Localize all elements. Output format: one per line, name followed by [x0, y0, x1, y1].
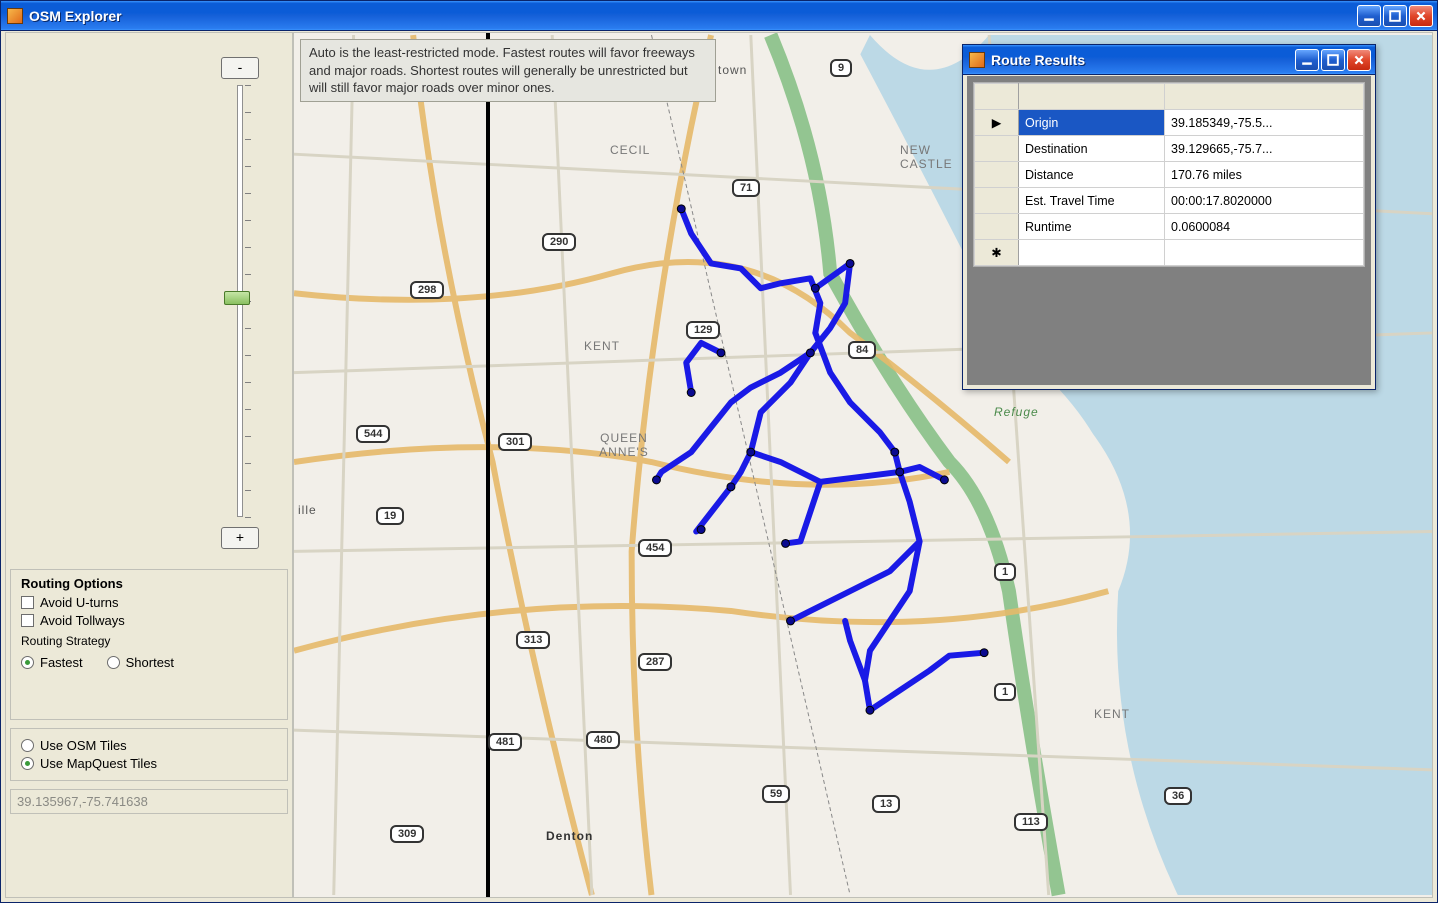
coordinate-status: 39.135967,-75.741638: [10, 789, 288, 814]
routing-options-panel: Routing Options Avoid U-turns Avoid Toll…: [10, 569, 288, 720]
use-osm-label: Use OSM Tiles: [40, 738, 127, 753]
road-shield: 13: [872, 795, 900, 813]
results-close-button[interactable]: [1347, 49, 1371, 71]
avoid-uturns-checkbox[interactable]: [21, 596, 34, 609]
map-label: town: [718, 63, 747, 77]
strategy-shortest-radio[interactable]: [107, 656, 120, 669]
road-shield: 290: [542, 233, 576, 251]
app-icon: [969, 52, 985, 68]
road-shield: 313: [516, 631, 550, 649]
results-title: Route Results: [991, 52, 1295, 68]
road-shield: 454: [638, 539, 672, 557]
results-new-row[interactable]: ✱: [975, 240, 1364, 266]
routing-options-title: Routing Options: [21, 576, 277, 591]
road-shield: 9: [830, 59, 852, 77]
minimize-button[interactable]: [1357, 5, 1381, 27]
map-label: QUEEN ANNE'S: [574, 431, 674, 459]
mode-tooltip: Auto is the least-restricted mode. Faste…: [300, 39, 716, 102]
results-row[interactable]: ▶ Origin 39.185349,-75.5...: [975, 110, 1364, 136]
grid-header-row: [975, 84, 1364, 110]
routing-strategy-label: Routing Strategy: [21, 634, 277, 648]
results-titlebar[interactable]: Route Results: [963, 45, 1375, 75]
results-minimize-button[interactable]: [1295, 49, 1319, 71]
road-shield: 309: [390, 825, 424, 843]
use-mapquest-label: Use MapQuest Tiles: [40, 756, 157, 771]
results-key: Runtime: [1019, 214, 1165, 240]
window-title: OSM Explorer: [29, 8, 1357, 24]
map-vertical-divider: [486, 33, 490, 897]
road-shield: 298: [410, 281, 444, 299]
results-key: Distance: [1019, 162, 1165, 188]
map-label: KENT: [1094, 707, 1130, 721]
road-shield: 59: [762, 785, 790, 803]
results-maximize-button[interactable]: [1321, 49, 1345, 71]
app-icon: [7, 8, 23, 24]
results-window: Route Results ▶ Origin 39.185349,-75.5..…: [962, 44, 1376, 390]
road-shield: 36: [1164, 787, 1192, 805]
map-label: KENT: [584, 339, 620, 353]
map-label: ille: [298, 503, 317, 517]
strategy-fastest-radio[interactable]: [21, 656, 34, 669]
map-label: CECIL: [610, 143, 650, 157]
results-value: 0.0600084: [1165, 214, 1364, 240]
strategy-shortest-label: Shortest: [126, 655, 174, 670]
zoom-slider-area: - +: [6, 33, 292, 565]
road-shield: 480: [586, 731, 620, 749]
map-label: Denton: [546, 829, 593, 843]
road-shield: 544: [356, 425, 390, 443]
results-value: 170.76 miles: [1165, 162, 1364, 188]
map-label: Refuge: [994, 405, 1039, 419]
use-mapquest-radio[interactable]: [21, 757, 34, 770]
road-shield: 287: [638, 653, 672, 671]
zoom-out-button[interactable]: -: [221, 57, 259, 79]
results-value: 00:00:17.8020000: [1165, 188, 1364, 214]
strategy-fastest-label: Fastest: [40, 655, 83, 670]
road-shield: 71: [732, 179, 760, 197]
use-osm-radio[interactable]: [21, 739, 34, 752]
road-shield: 84: [848, 341, 876, 359]
road-shield: 481: [488, 733, 522, 751]
main-titlebar[interactable]: OSM Explorer: [1, 1, 1437, 31]
tile-source-panel: Use OSM Tiles Use MapQuest Tiles: [10, 728, 288, 781]
road-shield: 19: [376, 507, 404, 525]
left-panel: - + Routing Options Avoid U-turns Avoid …: [5, 32, 293, 898]
maximize-button[interactable]: [1383, 5, 1407, 27]
road-shield: 301: [498, 433, 532, 451]
road-shield: 113: [1014, 813, 1048, 831]
results-value: 39.185349,-75.5...: [1165, 110, 1364, 136]
results-key: Est. Travel Time: [1019, 188, 1165, 214]
current-row-indicator-icon: ▶: [992, 116, 1002, 130]
results-key: Destination: [1019, 136, 1165, 162]
zoom-thumb[interactable]: [224, 291, 250, 305]
avoid-uturns-label: Avoid U-turns: [40, 595, 119, 610]
zoom-in-button[interactable]: +: [221, 527, 259, 549]
results-key: Origin: [1019, 110, 1165, 136]
results-grid[interactable]: ▶ Origin 39.185349,-75.5... Destination …: [973, 82, 1365, 267]
results-value: 39.129665,-75.7...: [1165, 136, 1364, 162]
close-button[interactable]: [1409, 5, 1433, 27]
results-row[interactable]: Runtime 0.0600084: [975, 214, 1364, 240]
road-shield: 129: [686, 321, 720, 339]
new-row-indicator-icon: ✱: [991, 246, 1001, 260]
avoid-tollways-label: Avoid Tollways: [40, 613, 125, 628]
road-shield: 1: [994, 683, 1016, 701]
results-row[interactable]: Est. Travel Time 00:00:17.8020000: [975, 188, 1364, 214]
avoid-tollways-checkbox[interactable]: [21, 614, 34, 627]
road-shield: 1: [994, 563, 1016, 581]
results-row[interactable]: Destination 39.129665,-75.7...: [975, 136, 1364, 162]
results-row[interactable]: Distance 170.76 miles: [975, 162, 1364, 188]
